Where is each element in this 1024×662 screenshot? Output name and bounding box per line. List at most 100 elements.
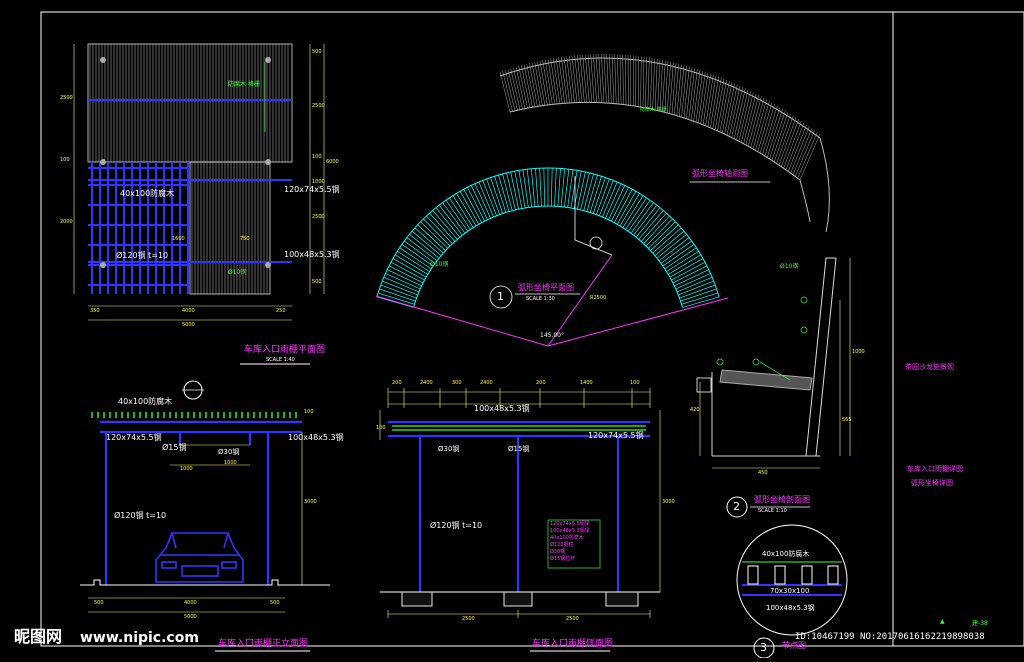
front-dim-offset: 100 xyxy=(304,410,314,415)
side-dim-b2: 2500 xyxy=(566,617,579,622)
front-elevation-title: 车库入口雨棚正立面图 xyxy=(218,640,308,649)
plan-dim-l2: 100 xyxy=(60,158,70,163)
front-dim-top-2: 1000 xyxy=(224,461,237,466)
plan-dim-b1: 350 xyxy=(90,309,100,314)
drawing-canvas xyxy=(0,0,1024,658)
plan-dim-r4: 1000 xyxy=(312,180,325,185)
side-label-120x74: 120x74x5.5钢 xyxy=(588,432,644,440)
plan-dim-r3: 100 xyxy=(312,155,322,160)
watermark-id: ID:10467199 NO:20170616162219898038 xyxy=(795,633,985,642)
side-legend-item: 120x74x5.5钢梁 xyxy=(550,522,610,527)
plan-dim-b2: 4000 xyxy=(182,309,195,314)
side-legend-item: Ø30钢 xyxy=(550,550,610,555)
marker-1: 1 xyxy=(497,291,504,302)
bench-sec-dim-2: 420 xyxy=(690,408,700,413)
side-legend-item: 100x48x5.3钢梁 xyxy=(550,529,610,534)
plan-dim-l3: 2000 xyxy=(60,220,73,225)
front-dim-b3: 500 xyxy=(270,601,280,606)
side-dim-t7: 100 xyxy=(630,381,640,386)
side-dim-t3: 300 xyxy=(452,381,462,386)
watermark-brand: 昵图网 xyxy=(14,629,62,645)
side-label-100x48: 100x48x5.3钢 xyxy=(474,405,530,413)
bench-perspective-title: 弧形坐椅轴测图 xyxy=(692,170,748,178)
plan-dim-r6: 500 xyxy=(312,280,322,285)
detail-label-70x30: 70x30x100 xyxy=(770,588,809,595)
bench-persp-note: 防腐木 格栅 xyxy=(640,108,667,113)
side-legend: 120x74x5.5钢梁 100x48x5.3钢梁 40x100防腐木 Ø120… xyxy=(550,522,610,564)
side-label-rod30: Ø30钢 xyxy=(438,446,459,453)
title-block-sheet: 建-38 xyxy=(972,621,988,627)
watermark-url: www.nipic.com xyxy=(80,631,199,645)
side-legend-item: Ø15钢拉杆 xyxy=(550,557,610,562)
plan-dim-l1: 2500 xyxy=(60,96,73,101)
front-dim-b2: 4000 xyxy=(184,601,197,606)
detail-label-100x48: 100x48x5.3钢 xyxy=(766,605,815,612)
plan-view-title: 车库入口雨棚平面图 xyxy=(244,346,325,355)
front-label-40x100: 40x100防腐木 xyxy=(118,398,172,406)
plan-label-40x100: 40x100防腐木 xyxy=(120,190,174,198)
front-dim-top-1: 1000 xyxy=(180,467,193,472)
plan-label-100x48: 100x48x5.3钢 xyxy=(284,251,340,259)
title-block-drawing-1: 车库入口雨棚详图 xyxy=(907,466,963,473)
plan-dim-inner-2: 750 xyxy=(240,237,250,242)
cad-drawing-sheet: 防腐木 格栅 40x100防腐木 120x74x5.5钢 100x48x5.3钢… xyxy=(0,0,1024,658)
bench-plan-arc xyxy=(376,168,728,346)
bench-section-scale: SCALE 1:10 xyxy=(758,509,787,514)
side-dim-left: 100 xyxy=(376,426,386,431)
side-elevation-title: 车库入口雨棚侧面图 xyxy=(532,640,613,649)
car-icon xyxy=(156,533,243,582)
side-dim-height: 3000 xyxy=(662,500,675,505)
plan-dim-r5: 2500 xyxy=(312,215,325,220)
side-dim-t4: 2400 xyxy=(480,381,493,386)
front-label-rod30: Ø30钢 xyxy=(218,449,239,456)
side-label-column: Ø120钢 t=10 xyxy=(430,522,482,530)
front-dim-total: 5000 xyxy=(184,615,197,620)
side-label-rod15: Ø15钢 xyxy=(508,446,529,453)
bench-plan-title: 弧形坐椅平面图 xyxy=(518,284,574,292)
plan-label-rod: Ø10钢 xyxy=(228,270,246,276)
side-legend-item: Ø120钢柱 xyxy=(550,543,610,548)
plan-dim-inner-1: 1600 xyxy=(172,237,185,242)
detail-label-40x100: 40x100防腐木 xyxy=(762,551,809,558)
front-dim-height: 3000 xyxy=(304,500,317,505)
bench-sec-dim-4: 1000 xyxy=(852,350,865,355)
bench-plan-radius: R2500 xyxy=(590,296,606,301)
side-dim-b1: 2500 xyxy=(462,617,475,622)
title-block-drawing-2: 弧形坐椅详图 xyxy=(911,480,953,487)
plan-dim-b3: 250 xyxy=(276,309,286,314)
front-label-100x48: 100x48x5.3钢 xyxy=(288,434,344,442)
bench-section-title: 弧形坐椅剖面图 xyxy=(754,496,810,504)
front-dim-b1: 500 xyxy=(94,601,104,606)
detail-title: 节点图 xyxy=(782,642,806,650)
front-label-rod15: Ø15钢 xyxy=(162,444,186,452)
bench-plan-angle: 145.00° xyxy=(540,333,564,339)
side-dim-t5: 200 xyxy=(536,381,546,386)
canopy-side-elevation xyxy=(380,388,660,651)
title-block-project: 茶园沙龙施景观 xyxy=(905,364,954,371)
marker-3: 3 xyxy=(760,642,767,653)
side-dim-t2: 2400 xyxy=(420,381,433,386)
side-dim-t1: 200 xyxy=(392,381,402,386)
canopy-plan-view xyxy=(74,44,324,364)
front-label-column: Ø120钢 t=10 xyxy=(114,512,166,520)
plan-dim-r2: 2500 xyxy=(312,104,325,109)
plan-label-wood: 防腐木 格栅 xyxy=(228,82,260,88)
bench-section-rod: Ø10钢 xyxy=(780,264,798,270)
plan-dim-rtotal: 6000 xyxy=(326,160,339,165)
bench-plan-scale: SCALE 1:30 xyxy=(526,297,555,302)
side-legend-item: 40x100防腐木 xyxy=(550,536,610,541)
bench-sec-dim-3: 565 xyxy=(842,418,852,423)
marker-2: 2 xyxy=(733,501,740,512)
plan-label-column: Ø120钢 t=10 xyxy=(116,252,168,260)
plan-dim-total: 5000 xyxy=(182,323,195,328)
bench-sec-dim-1: 450 xyxy=(758,471,768,476)
plan-view-scale: SCALE 1:40 xyxy=(266,358,295,363)
side-dim-t6: 1400 xyxy=(580,381,593,386)
front-label-120x74: 120x74x5.5钢 xyxy=(106,434,162,442)
title-block-mark: ▲ xyxy=(940,619,945,625)
bench-plan-rod: Ø10钢 xyxy=(430,262,448,268)
bench-section xyxy=(697,258,850,517)
plan-label-120x74: 120x74x5.5钢 xyxy=(284,186,340,194)
bench-perspective xyxy=(500,54,829,232)
plan-dim-r1: 500 xyxy=(312,50,322,55)
